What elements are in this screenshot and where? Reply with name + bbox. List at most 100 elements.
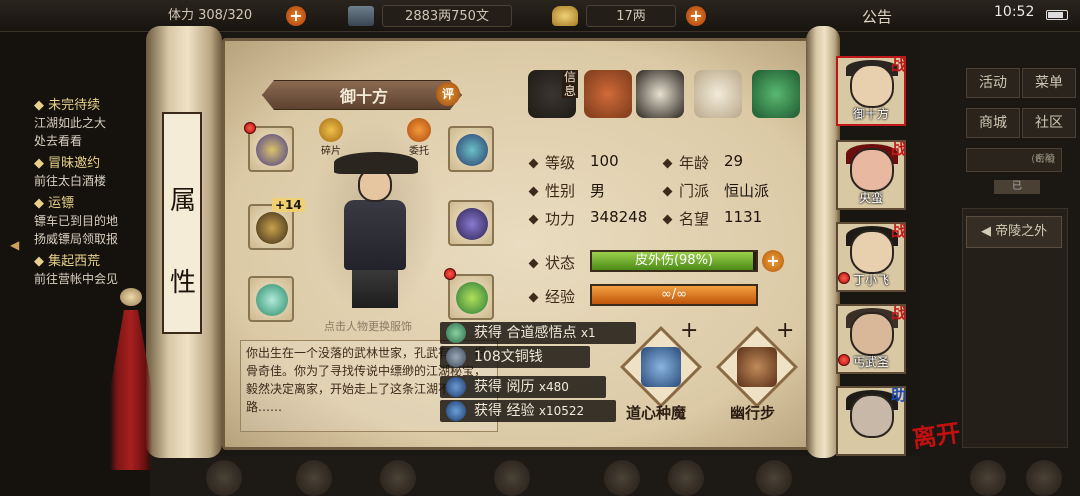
portrait [850, 64, 894, 108]
party-member-name: 央蛮 [858, 191, 883, 205]
announcement-button[interactable]: 公告 [862, 6, 892, 27]
party-member[interactable]: 御十方 战 [836, 56, 906, 126]
reward-count: x1 [580, 326, 596, 340]
notification-dot [838, 354, 850, 366]
notification-dot [444, 268, 456, 280]
tab-relic-icon[interactable] [752, 70, 800, 118]
quest-title[interactable]: ◆ 运镖 [34, 192, 74, 211]
character-name: 御十方 [340, 87, 389, 106]
notification-dot [244, 122, 256, 134]
dock-item[interactable] [1026, 460, 1062, 496]
stat-level-value: 100 [590, 152, 619, 170]
add-gold-button[interactable]: + [686, 6, 706, 26]
quest-desc: 前往太白酒楼 [34, 174, 107, 188]
attribute-char: 性 [170, 268, 197, 298]
heal-button[interactable]: + [762, 250, 784, 272]
party-role-tag: 战 [890, 140, 906, 158]
dock-item[interactable] [668, 460, 704, 496]
stat-fame-label: 名望 [662, 208, 709, 229]
community-button[interactable]: 社区 [1022, 108, 1076, 138]
status-text: 皮外伤(98%) [634, 253, 714, 268]
party-member[interactable]: 央蛮 战 [836, 140, 906, 210]
activity-button[interactable]: 活动 [966, 68, 1020, 98]
tassel-knob-icon [120, 288, 142, 306]
stat-sect-label: 门派 [662, 180, 709, 201]
party-member[interactable]: 助 [836, 386, 906, 456]
status-bar: 皮外伤(98%) [590, 250, 758, 272]
stat-exp-label: 经验 [528, 286, 575, 307]
experience-icon [446, 377, 466, 397]
dock-item[interactable] [296, 460, 332, 496]
exp-text: ∞/∞ [660, 287, 688, 302]
stat-power-label: 功力 [528, 208, 575, 229]
stat-age-label: 年龄 [662, 152, 709, 173]
attribute-char: 属 [170, 186, 197, 216]
party-role-tag: 助 [890, 386, 906, 404]
stat-level-label: 等级 [528, 152, 575, 173]
gloves-icon [256, 134, 288, 166]
insight-icon [446, 323, 466, 343]
add-skill-button[interactable]: + [776, 318, 794, 343]
equip-slot-gloves[interactable] [248, 126, 294, 172]
tab-meridian-icon[interactable] [694, 70, 742, 118]
equip-slot-ring[interactable] [248, 276, 294, 322]
portrait [850, 394, 894, 438]
battery-icon [1046, 10, 1068, 20]
clock: 10:52 [994, 4, 1035, 20]
exp-icon [446, 401, 466, 421]
skill-book-icon[interactable] [737, 347, 777, 387]
location-readout: 帝陵 (8,4) [966, 148, 1062, 172]
quest-desc: 扬威镖局领取报 [34, 232, 119, 246]
reward-text: 获得 阅历 [474, 379, 535, 395]
coin-icon [446, 347, 466, 367]
add-skill-button[interactable]: + [680, 318, 698, 343]
attribute-tab-panel[interactable] [162, 112, 202, 334]
leave-button[interactable]: 离开 [910, 413, 962, 454]
tab-title-icon[interactable] [584, 70, 632, 118]
reward-text: 108文铜钱 [474, 349, 543, 365]
stat-sect-value: 恒山派 [724, 182, 770, 200]
add-stamina-button[interactable]: + [286, 6, 306, 26]
dock-item[interactable] [970, 460, 1006, 496]
portrait [850, 312, 894, 356]
menu-button[interactable]: 菜单 [1022, 68, 1076, 98]
shop-button[interactable]: 商城 [966, 108, 1020, 138]
enhance-level: +14 [272, 198, 305, 212]
quest-title[interactable]: ◆ 集起西荒 [34, 250, 100, 269]
dock-item[interactable] [756, 460, 792, 496]
dock-item[interactable] [380, 460, 416, 496]
map-tab[interactable]: 已 [994, 180, 1040, 194]
quest-desc: 前往营帐中会见 [34, 272, 119, 286]
quest-desc: 江湖如此之大 [34, 116, 107, 130]
party-member-name: 御十方 [852, 107, 889, 121]
reward-toast: 108文铜钱 [440, 346, 590, 368]
exit-tomb-button[interactable]: ◀ 帝陵之外 [966, 216, 1062, 248]
equip-slot-armor[interactable] [448, 200, 494, 246]
dock-item[interactable] [604, 460, 640, 496]
skill-scroll-icon[interactable] [641, 347, 681, 387]
location-coord: (8,4) [1031, 154, 1055, 165]
portrait [850, 230, 894, 274]
stat-age-value: 29 [724, 152, 744, 170]
reward-count: x480 [538, 380, 569, 394]
collapse-arrow-icon[interactable]: ◀ [10, 238, 19, 252]
reward-count: x10522 [538, 404, 585, 418]
equip-slot-head[interactable] [448, 126, 494, 172]
stat-fame-value: 1131 [724, 208, 763, 226]
bottom-dock [150, 456, 920, 496]
dock-item[interactable] [206, 460, 242, 496]
change-outfit-hint: 点击人物更换服饰 [324, 320, 412, 333]
gold-ingot-icon [552, 6, 578, 26]
quest-title[interactable]: ◆ 未完待续 [34, 94, 100, 113]
gold-readout: 17两 [586, 5, 676, 27]
character-hat [334, 152, 418, 174]
character-figure[interactable] [344, 200, 406, 270]
reward-text: 获得 合道感悟点 [474, 325, 577, 341]
dock-item[interactable] [494, 460, 530, 496]
notification-dot [838, 272, 850, 284]
reward-toast: 获得 阅历 x480 [440, 376, 606, 398]
equip-slot-accessory[interactable] [448, 274, 494, 320]
quest-title[interactable]: ◆ 冒昧邀约 [34, 152, 100, 171]
tab-bagua-icon[interactable] [636, 70, 684, 118]
rate-button[interactable]: 评 [436, 82, 460, 106]
